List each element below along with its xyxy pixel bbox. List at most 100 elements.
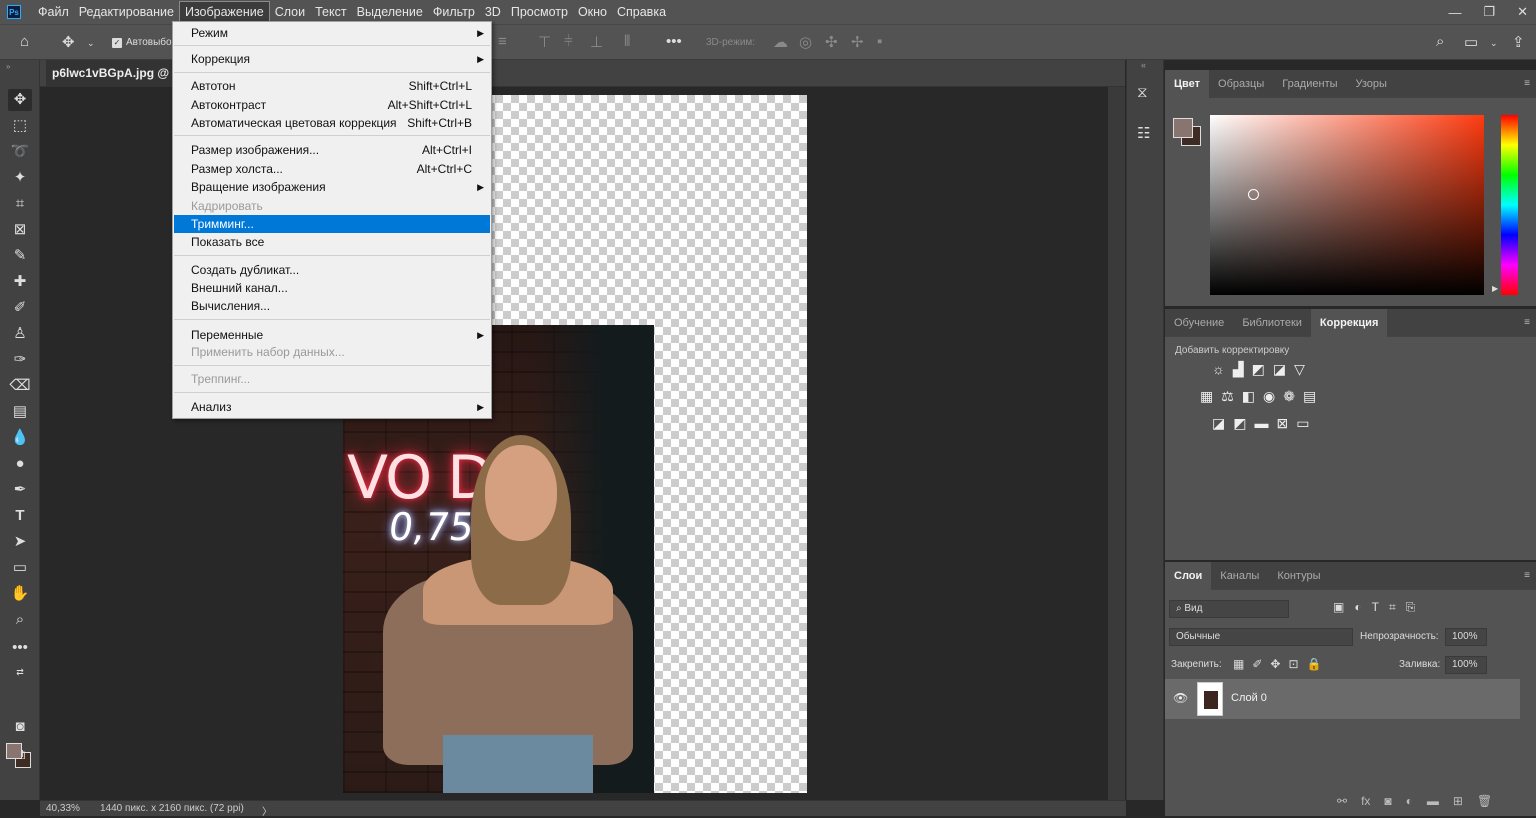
expand-chevron[interactable]: « [1141,60,1146,70]
filter-smart-object-icon[interactable]: ⎘ [1406,600,1416,615]
3d-roll-icon[interactable]: ◎ [799,33,812,51]
selective-color-icon[interactable]: ⊠ [1276,415,1288,432]
layer-filter-select[interactable]: ⌕ Вид [1169,600,1289,618]
chevron-down-icon[interactable]: ⌄ [87,38,95,49]
lock-all-icon[interactable]: 🔒 [1307,657,1322,671]
menu-filter[interactable]: Фильтр [428,1,480,23]
tab-swatches[interactable]: Образцы [1209,70,1273,98]
menu-item-image-rotation[interactable]: Вращение изображения ▶ [174,178,490,196]
collapse-chevron[interactable]: » [6,62,10,71]
hand-tool-icon[interactable]: ✋ [8,583,32,605]
new-layer-icon[interactable]: ⊞ [1453,794,1463,808]
tab-layers[interactable]: Слои [1165,561,1212,590]
magic-wand-tool-icon[interactable]: ✦ [8,167,32,189]
edit-toolbar-icon[interactable]: ••• [8,637,32,659]
history-panel-icon[interactable]: ⧖ [1137,84,1148,101]
checkbox-icon[interactable]: ✓ [112,37,122,48]
panel-menu-icon[interactable]: ≡ [1524,78,1530,89]
search-icon[interactable]: ⌕ [1436,33,1444,50]
align-bottom-icon[interactable]: ⊥ [590,33,603,51]
restore-button[interactable]: ❐ [1483,4,1495,20]
marquee-tool-icon[interactable]: ⬚ [8,115,32,137]
menu-item-variables[interactable]: Переменные ▶ [174,326,490,344]
color-picker-cursor[interactable] [1248,189,1259,200]
filter-shape-icon[interactable]: ⌗ [1389,600,1396,615]
more-options-icon[interactable]: ••• [666,33,682,50]
menu-window[interactable]: Окно [573,1,612,23]
blur-tool-icon[interactable]: 💧 [8,427,32,449]
lock-position-icon[interactable]: ✥ [1270,657,1280,671]
exposure-icon[interactable]: ◪ [1273,361,1286,378]
menu-file[interactable]: Файл [33,1,74,23]
filter-pixel-icon[interactable]: ▣ [1333,600,1344,615]
filter-adjustment-icon[interactable]: ◐ [1354,600,1361,615]
new-group-icon[interactable]: ▬ [1427,794,1439,808]
move-tool-icon[interactable]: ✥ [62,33,75,51]
autoselect-option[interactable]: ✓ Автовыбо [112,37,172,48]
levels-icon[interactable]: ▟ [1233,361,1244,378]
opacity-input[interactable]: 100% [1445,628,1487,646]
3d-pan-icon[interactable]: ✣ [825,33,838,51]
distribute-icon[interactable]: ⫴ [624,33,630,50]
menu-type[interactable]: Текст [310,1,351,23]
path-selection-tool-icon[interactable]: ➤ [8,531,32,553]
photo-filter-icon[interactable]: ◉ [1263,388,1275,405]
rectangle-tool-icon[interactable]: ▭ [8,557,32,579]
home-icon[interactable]: ⌂ [20,33,29,50]
menu-item-duplicate[interactable]: Создать дубликат... [174,261,490,279]
layer-style-icon[interactable]: fx [1361,794,1370,808]
curves-icon[interactable]: ◩ [1252,361,1265,378]
delete-layer-icon[interactable]: 🗑 [1477,794,1492,808]
share-icon[interactable]: ⇪ [1512,33,1525,51]
menu-help[interactable]: Справка [612,1,671,23]
tab-patterns[interactable]: Узоры [1347,70,1396,98]
lock-artboard-icon[interactable]: ⊡ [1288,657,1298,671]
align-icon[interactable]: ≡ [498,33,507,50]
hue-slider-handle[interactable]: ▶ [1492,284,1498,293]
vertical-scrollbar[interactable] [1108,87,1125,800]
foreground-color-swatch[interactable] [6,743,22,759]
vibrance-icon[interactable]: ▽ [1294,361,1305,378]
hue-saturation-icon[interactable]: ▦ [1200,388,1213,405]
channel-mixer-icon[interactable]: ❁ [1283,388,1295,405]
align-vcenter-icon[interactable]: ⫩ [564,33,573,50]
menu-view[interactable]: Просмотр [506,1,573,23]
layer-row[interactable]: 👁 Слой 0 [1165,679,1520,719]
chevron-down-icon[interactable]: ⌄ [1490,38,1498,49]
history-brush-tool-icon[interactable]: ✑ [8,349,32,371]
menu-item-canvas-size[interactable]: Размер холста... Alt+Ctrl+C [174,160,490,178]
invert-icon[interactable]: ◪ [1212,415,1225,432]
lasso-tool-icon[interactable]: ➰ [8,141,32,163]
tab-libraries[interactable]: Библиотеки [1233,309,1311,337]
menu-item-auto-tone[interactable]: Автотон Shift+Ctrl+L [174,77,490,95]
tab-paths[interactable]: Контуры [1268,562,1329,590]
lock-transparency-icon[interactable]: ▦ [1233,657,1244,671]
color-balance-icon[interactable]: ⚖ [1221,388,1234,405]
tab-adjustments[interactable]: Коррекция [1310,308,1388,337]
tab-gradients[interactable]: Градиенты [1273,70,1346,98]
close-button[interactable]: ✕ [1517,4,1528,20]
menu-item-calculations[interactable]: Вычисления... [174,297,490,315]
align-top-icon[interactable]: ⊤ [538,33,551,51]
menu-3d[interactable]: 3D [480,1,506,23]
zoom-level[interactable]: 40,33% [46,803,80,814]
tab-color[interactable]: Цвет [1165,69,1210,98]
menu-item-auto-color[interactable]: Автоматическая цветовая коррекция Shift+C… [174,114,490,132]
menu-image[interactable]: Изображение [178,1,270,23]
workspace-icon[interactable]: ▭ [1464,33,1478,51]
dodge-tool-icon[interactable]: ● [8,453,32,475]
panel-menu-icon[interactable]: ≡ [1524,570,1530,581]
menu-item-mode[interactable]: Режим ▶ [174,24,490,42]
color-lookup-icon[interactable]: ▤ [1303,388,1316,405]
panel-menu-icon[interactable]: ≡ [1524,317,1530,328]
add-mask-icon[interactable]: ◙ [1384,794,1391,808]
filter-type-icon[interactable]: T [1372,600,1379,615]
menu-item-image-size[interactable]: Размер изображения... Alt+Ctrl+I [174,141,490,159]
clone-stamp-tool-icon[interactable]: ♙ [8,323,32,345]
menu-select[interactable]: Выделение [352,1,428,23]
tab-learn[interactable]: Обучение [1165,309,1233,337]
menu-item-reveal-all[interactable]: Показать все [174,233,490,251]
black-white-icon[interactable]: ◧ [1242,388,1255,405]
gradient-map-icon[interactable]: ▭ [1296,415,1309,432]
3d-camera-icon[interactable]: ▪ [877,33,882,50]
